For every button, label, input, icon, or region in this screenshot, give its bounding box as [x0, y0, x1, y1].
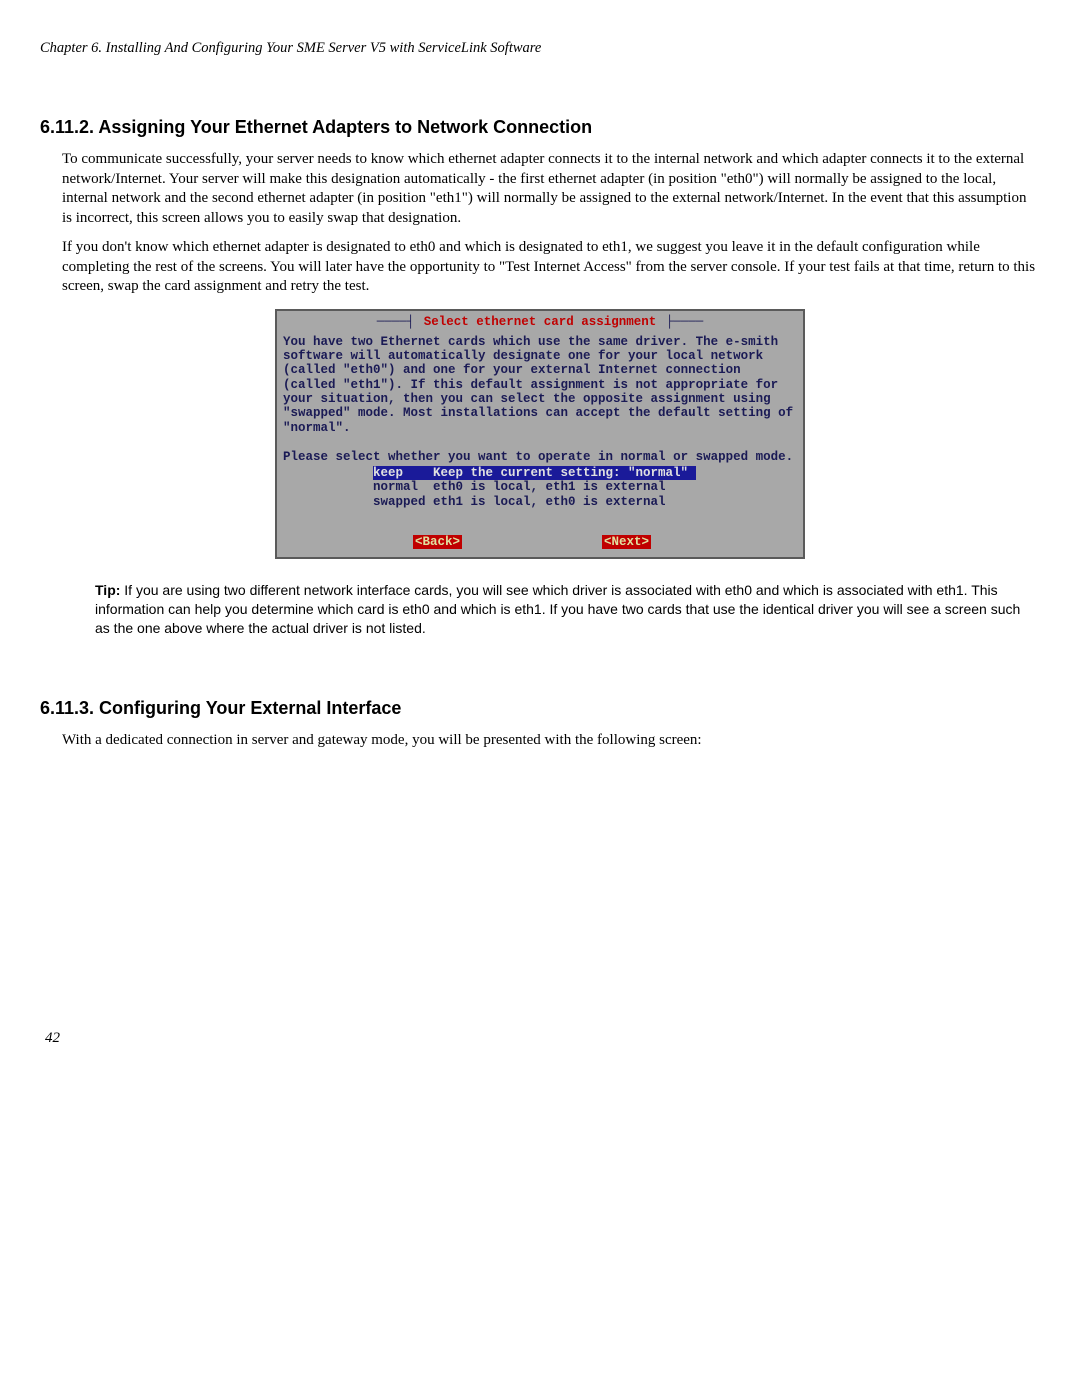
body-paragraph: To communicate successfully, your server…	[40, 150, 1040, 228]
terminal-title: Select ethernet card assignment	[414, 315, 666, 329]
tip-label: Tip:	[95, 582, 120, 598]
body-paragraph: If you don't know which ethernet adapter…	[40, 238, 1040, 297]
terminal-option-normal[interactable]: normal eth0 is local, eth1 is external	[373, 480, 797, 494]
section-heading-6-11-2: 6.11.2. Assigning Your Ethernet Adapters…	[40, 117, 1040, 138]
terminal-option-keep[interactable]: keep Keep the current setting: "normal"	[373, 466, 797, 480]
option-desc: Keep the current setting: "normal"	[426, 466, 696, 480]
next-button[interactable]: <Next>	[602, 535, 651, 549]
terminal-option-swapped[interactable]: swapped eth1 is local, eth0 is external	[373, 495, 797, 509]
section-heading-6-11-3: 6.11.3. Configuring Your External Interf…	[40, 698, 1040, 719]
tip-text: If you are using two different network i…	[95, 582, 1020, 636]
title-bracket-left: ────┤	[377, 315, 415, 329]
terminal-box: ────┤ Select ethernet card assignment ├─…	[275, 309, 805, 560]
chapter-header: Chapter 6. Installing And Configuring Yo…	[40, 40, 1040, 57]
terminal-title-row: ────┤ Select ethernet card assignment ├─…	[283, 315, 797, 329]
page-number: 42	[45, 1030, 1040, 1047]
option-key: swapped	[373, 495, 426, 509]
tip-block: Tip: If you are using two different netw…	[40, 581, 1040, 638]
body-paragraph: With a dedicated connection in server an…	[40, 731, 1040, 751]
terminal-screenshot: ────┤ Select ethernet card assignment ├─…	[40, 309, 1040, 560]
title-bracket-right: ├────	[666, 315, 704, 329]
option-desc: eth0 is local, eth1 is external	[426, 480, 666, 494]
back-button[interactable]: <Back>	[413, 535, 462, 549]
terminal-buttons: <Back> <Next>	[283, 535, 797, 549]
option-key: keep	[373, 466, 426, 480]
option-key: normal	[373, 480, 426, 494]
option-desc: eth1 is local, eth0 is external	[426, 495, 666, 509]
terminal-options: keep Keep the current setting: "normal" …	[373, 466, 797, 509]
terminal-message: You have two Ethernet cards which use th…	[283, 335, 797, 464]
page-container: Chapter 6. Installing And Configuring Yo…	[0, 0, 1080, 1087]
